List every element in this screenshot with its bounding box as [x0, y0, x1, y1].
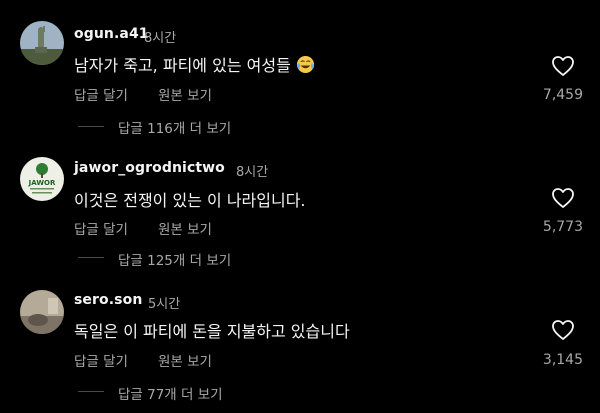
comment-text: 이것은 전쟁이 있는 이 나라입니다. [74, 191, 306, 210]
avatar-logo-text: JAWOR [28, 179, 56, 187]
avatar-statue-image [20, 21, 64, 65]
reply-button[interactable]: 답글 달기 [74, 350, 128, 370]
like-count: 3,145 [542, 352, 583, 368]
timestamp: 8시간 [144, 31, 177, 46]
avatar[interactable] [20, 21, 64, 65]
like-count: 5,773 [542, 219, 583, 235]
face-with-tears-of-joy-icon [296, 55, 314, 74]
comment-item: ogun.a41 8시간 남자가 죽고, 파티에 있는 여성들 답글 달기 원본… [0, 0, 600, 137]
see-original-button[interactable]: 원본 보기 [158, 84, 212, 104]
like-count: 7,459 [542, 87, 583, 103]
timestamp: 8시간 [236, 165, 269, 180]
avatar-logo-image: JAWOR [20, 157, 64, 201]
see-original-button[interactable]: 원본 보기 [158, 218, 212, 238]
avatar[interactable] [20, 290, 64, 334]
username[interactable]: jawor_ogrodnictwo [74, 160, 225, 176]
heart-icon[interactable] [551, 319, 575, 341]
replies-divider [78, 126, 104, 127]
replies-divider [78, 257, 104, 258]
heart-icon[interactable] [551, 187, 575, 209]
reply-button[interactable]: 답글 달기 [74, 84, 128, 104]
timestamp: 5시간 [148, 297, 181, 312]
reply-button[interactable]: 답글 달기 [74, 218, 128, 238]
avatar[interactable]: JAWOR [20, 157, 64, 201]
see-original-button[interactable]: 원본 보기 [158, 350, 212, 370]
view-replies-button[interactable]: 답글 125개 더 보기 [118, 249, 231, 269]
comment-text-content: 남자가 죽고, 파티에 있는 여성들 [74, 56, 291, 75]
heart-icon[interactable] [551, 55, 575, 77]
username[interactable]: sero.son [74, 292, 142, 308]
view-replies-button[interactable]: 답글 116개 더 보기 [118, 117, 231, 137]
comment-item: sero.son 5시간 독일은 이 파티에 돈을 지불하고 있습니다 답글 달… [0, 270, 600, 403]
view-replies-button[interactable]: 답글 77개 더 보기 [118, 383, 223, 403]
username[interactable]: ogun.a41 [74, 26, 149, 42]
replies-divider [78, 391, 104, 392]
comment-item: JAWOR jawor_ogrodnictwo 8시간 이것은 전쟁이 있는 이… [0, 135, 600, 269]
comment-text: 독일은 이 파티에 돈을 지불하고 있습니다 [74, 322, 350, 341]
comment-text: 남자가 죽고, 파티에 있는 여성들 [74, 52, 315, 76]
avatar-photo-image [20, 290, 64, 334]
